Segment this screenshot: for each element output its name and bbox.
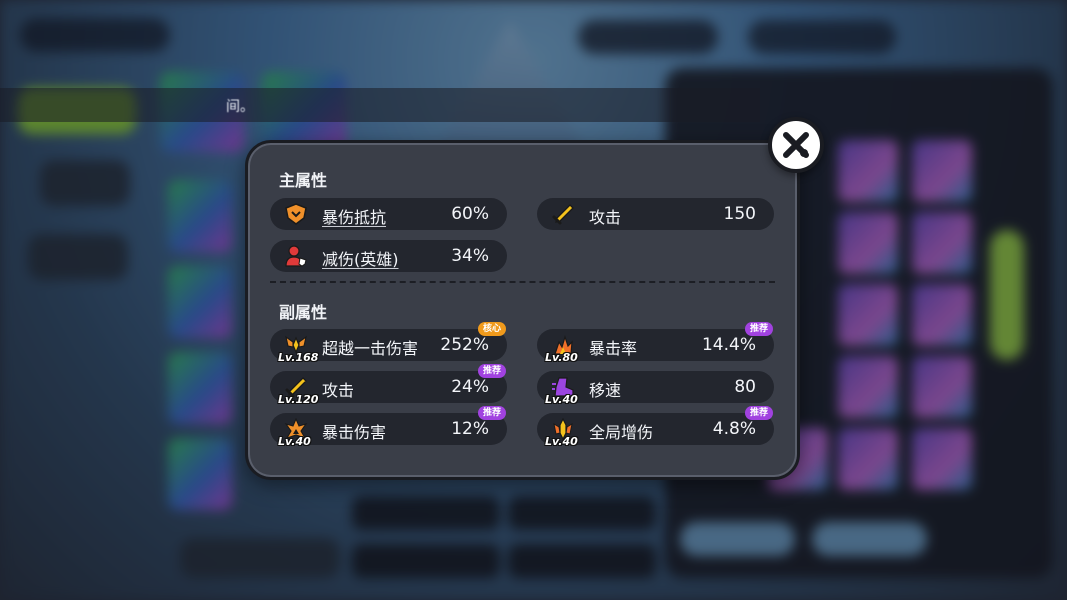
sub-stat-row: Lv.40 暴击伤害 12% bbox=[270, 413, 507, 448]
sword-icon bbox=[552, 204, 574, 225]
stat-name: 暴击率 bbox=[589, 339, 638, 358]
game-screen: 间。 主属性 暴伤抵抗 60% 攻击 150 减伤(英雄) 34% 副属性 Lv… bbox=[0, 0, 1067, 600]
close-button[interactable] bbox=[768, 117, 824, 173]
stat-name: 攻击 bbox=[322, 381, 355, 400]
stat-name[interactable]: 减伤(英雄) bbox=[322, 246, 399, 270]
stat-value: 24% bbox=[451, 377, 489, 397]
main-stat-row: 减伤(英雄) 34% bbox=[270, 240, 507, 272]
stat-name: 暴击伤害 bbox=[322, 423, 387, 442]
sub-stat-row: Lv.40 全局增伤 4.8% bbox=[537, 413, 774, 448]
main-stat-row: 暴伤抵抗 60% bbox=[270, 198, 507, 230]
stat-value: 12% bbox=[451, 419, 489, 439]
level-label: Lv.40 bbox=[278, 435, 311, 448]
sub-attributes-title: 副属性 bbox=[279, 303, 328, 322]
hero-defense-icon bbox=[285, 245, 307, 267]
level-label: Lv.40 bbox=[545, 435, 578, 448]
stat-name: 攻击 bbox=[589, 208, 622, 227]
close-icon bbox=[783, 132, 809, 158]
notice-banner: 间。 bbox=[0, 88, 760, 122]
stat-name: 全局增伤 bbox=[589, 423, 654, 442]
stat-value: 14.4% bbox=[701, 335, 756, 355]
stat-value: 80 bbox=[734, 377, 756, 397]
level-label: Lv.40 bbox=[545, 393, 578, 406]
recommend-badge: 推荐 bbox=[745, 322, 774, 336]
recommend-badge: 推荐 bbox=[478, 406, 507, 420]
shield-icon bbox=[285, 203, 307, 225]
sub-stat-row: Lv.120 攻击 24% bbox=[270, 371, 507, 406]
stat-value: 252% bbox=[440, 335, 489, 355]
level-label: Lv.120 bbox=[278, 393, 319, 406]
stat-name: 移速 bbox=[589, 381, 622, 400]
banner-text: 间。 bbox=[226, 99, 254, 115]
section-divider bbox=[270, 281, 775, 283]
stat-value: 60% bbox=[451, 204, 489, 224]
main-stat-row: 攻击 150 bbox=[537, 198, 774, 230]
stat-value: 4.8% bbox=[712, 419, 756, 439]
core-badge: 核心 bbox=[478, 322, 507, 336]
level-label: Lv.168 bbox=[278, 351, 319, 364]
main-attributes-title: 主属性 bbox=[279, 171, 328, 190]
sub-stat-row: Lv.168 超越一击伤害 252% bbox=[270, 329, 507, 364]
sub-stat-row: Lv.80 暴击率 14.4% bbox=[537, 329, 774, 364]
level-label: Lv.80 bbox=[545, 351, 578, 364]
stat-value: 150 bbox=[723, 204, 756, 224]
recommend-badge: 推荐 bbox=[478, 364, 507, 378]
recommend-badge: 推荐 bbox=[745, 406, 774, 420]
stat-name: 超越一击伤害 bbox=[322, 339, 419, 358]
sub-stat-row: Lv.40 移速 80 bbox=[537, 371, 774, 406]
stat-name[interactable]: 暴伤抵抗 bbox=[322, 204, 386, 228]
stat-value: 34% bbox=[451, 246, 489, 266]
